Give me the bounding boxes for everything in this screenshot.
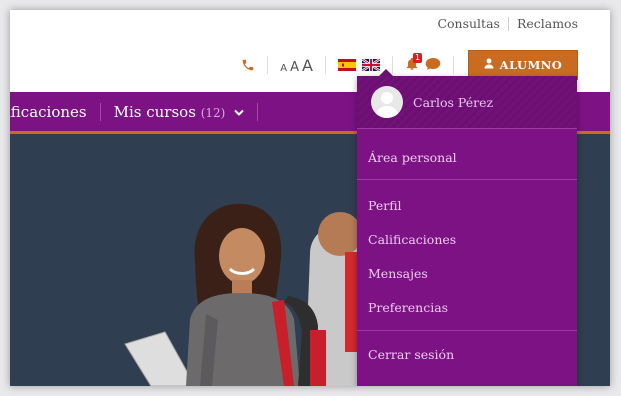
menu-item-cerrar-sesion[interactable]: Cerrar sesión (357, 337, 577, 371)
user-icon (484, 58, 494, 72)
reclamos-link[interactable]: Reclamos (517, 16, 578, 31)
divider (507, 16, 509, 31)
chat-icon[interactable] (425, 56, 441, 75)
divider (267, 56, 269, 74)
spain-flag-icon[interactable] (338, 59, 356, 71)
menu-item-preferencias[interactable]: Preferencias (357, 290, 577, 324)
avatar (371, 86, 403, 118)
menu-item-area-personal[interactable]: Área personal (357, 140, 577, 174)
divider (325, 56, 326, 74)
app-frame: Consultas Reclamos A A A 1 ALUMNO ificac… (10, 10, 610, 386)
user-name: Carlos Pérez (413, 94, 494, 110)
font-size-controls: A A A (280, 56, 313, 75)
phone-icon[interactable] (241, 58, 255, 72)
user-dropdown-menu: Carlos Pérez Área personal Perfil Califi… (357, 69, 577, 386)
notifications-area: 1 (405, 52, 441, 75)
nav-item-calificaciones[interactable]: ificaciones (10, 103, 87, 121)
language-switcher (338, 59, 380, 71)
consultas-link[interactable]: Consultas (437, 16, 500, 31)
divider (453, 56, 454, 74)
menu-item-mensajes[interactable]: Mensajes (357, 256, 577, 290)
font-size-small-button[interactable]: A (280, 63, 287, 74)
nav-item-mis-cursos[interactable]: Mis cursos (12) (114, 103, 244, 121)
font-size-large-button[interactable]: A (302, 56, 313, 75)
nav-item-label: Mis cursos (113, 102, 196, 121)
menu-item-perfil[interactable]: Perfil (357, 188, 577, 222)
user-menu-label: ALUMNO (499, 58, 563, 72)
notification-count-badge: 1 (413, 52, 423, 63)
dropdown-user-header[interactable]: Carlos Pérez (357, 76, 577, 128)
top-links: Consultas Reclamos (437, 16, 578, 31)
divider (257, 102, 259, 121)
chevron-down-icon (234, 109, 244, 116)
uk-flag-icon[interactable] (362, 59, 380, 71)
divider (99, 102, 101, 121)
font-size-medium-button[interactable]: A (290, 60, 299, 75)
menu-item-calificaciones[interactable]: Calificaciones (357, 222, 577, 256)
course-count: (12) (200, 105, 226, 120)
